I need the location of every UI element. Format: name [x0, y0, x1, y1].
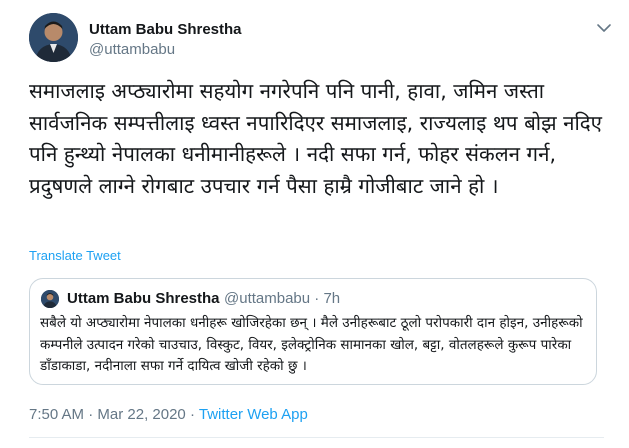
separator: · — [88, 406, 94, 423]
tweet-source-link[interactable]: Twitter Web App — [199, 406, 308, 423]
quoted-tweet-age: 7h — [323, 290, 341, 307]
tweet-card: Uttam Babu Shrestha @uttambabu समाजलाइ अ… — [0, 0, 629, 448]
tweet-footer: 7:50 AM · Mar 22, 2020 · Twitter Web App — [29, 406, 308, 423]
translate-tweet-link[interactable]: Translate Tweet — [29, 248, 121, 263]
tweet-time[interactable]: 7:50 AM — [29, 406, 84, 423]
quoted-author-handle: @uttambabu — [224, 290, 311, 307]
separator: · — [189, 406, 195, 423]
author-handle[interactable]: @uttambabu — [89, 41, 175, 58]
tweet-date[interactable]: Mar 22, 2020 — [97, 406, 185, 423]
quoted-meta: @uttambabu · 7h — [224, 290, 340, 307]
quoted-author-name: Uttam Babu Shrestha — [67, 290, 220, 307]
tweet-text: समाजलाइ अप्ठ्यारोमा सहयोग नगरेपनि पनि पा… — [29, 79, 603, 198]
separator: · — [314, 290, 320, 307]
chevron-down-icon[interactable] — [596, 22, 612, 34]
author-name[interactable]: Uttam Babu Shrestha — [89, 21, 242, 38]
avatar — [41, 290, 59, 308]
avatar[interactable] — [29, 13, 78, 62]
quoted-tweet[interactable]: Uttam Babu Shrestha @uttambabu · 7h सबैल… — [29, 278, 597, 385]
quoted-tweet-text: सबैले यो अप्ठ्यारोमा नेपालका धनीहरू खोजि… — [40, 315, 583, 374]
divider — [29, 437, 604, 438]
avatar-image — [29, 13, 78, 62]
avatar-image — [41, 290, 59, 308]
